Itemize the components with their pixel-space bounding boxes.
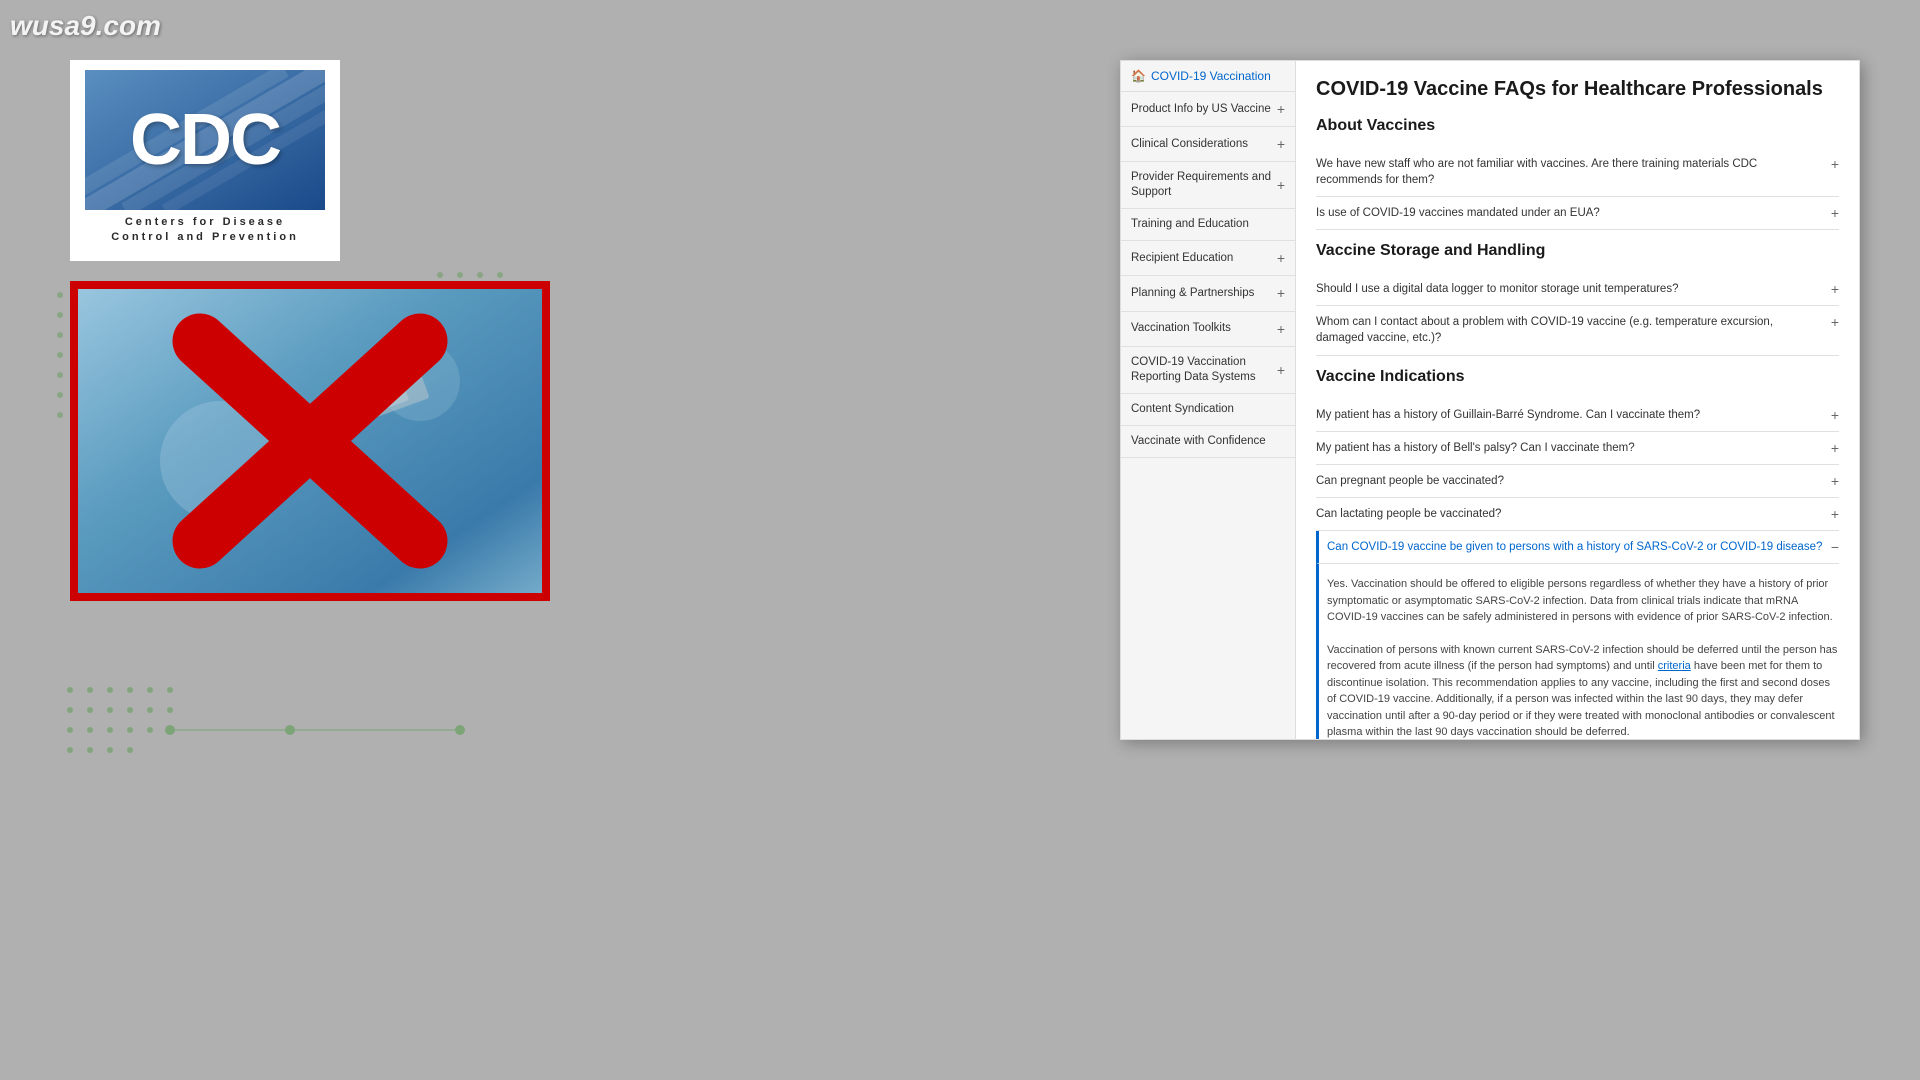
faq-toggle-0-0: + bbox=[1831, 156, 1839, 172]
cdc-logo-area: CDC Centers for Disease Control and Prev… bbox=[70, 60, 340, 261]
faq-toggle-2-1: + bbox=[1831, 440, 1839, 456]
sidebar-item-clinical[interactable]: Clinical Considerations + bbox=[1121, 127, 1295, 162]
faq-sars-history[interactable]: Can COVID-19 vaccine be given to persons… bbox=[1316, 531, 1839, 564]
expand-icon-provider: + bbox=[1277, 176, 1285, 194]
criteria-link[interactable]: criteria bbox=[1658, 660, 1691, 672]
faq-toggle-2-4: − bbox=[1831, 539, 1839, 555]
cdc-logo-box: CDC bbox=[85, 70, 325, 210]
sidebar-item-training[interactable]: Training and Education bbox=[1121, 209, 1295, 241]
expand-icon-product: + bbox=[1277, 100, 1285, 118]
home-icon: 🏠 bbox=[1131, 69, 1146, 83]
faq-toggle-1-0: + bbox=[1831, 281, 1839, 297]
sidebar-item-recipient[interactable]: Recipient Education + bbox=[1121, 241, 1295, 276]
faq-data-logger[interactable]: Should I use a digital data logger to mo… bbox=[1316, 273, 1839, 306]
faq-lactating[interactable]: Can lactating people be vaccinated? + bbox=[1316, 498, 1839, 531]
vaccine-image-container bbox=[70, 281, 550, 601]
red-x-overlay bbox=[70, 281, 550, 601]
left-panel: CDC Centers for Disease Control and Prev… bbox=[70, 60, 580, 760]
faq-answer-part1: Yes. Vaccination should be offered to el… bbox=[1327, 570, 1839, 630]
faq-toggle-0-1: + bbox=[1831, 205, 1839, 221]
sidebar-item-reporting[interactable]: COVID-19 Vaccination Reporting Data Syst… bbox=[1121, 347, 1295, 394]
cdc-full-name: Centers for Disease Control and Preventi… bbox=[111, 210, 299, 251]
vaccine-image-bg bbox=[70, 281, 550, 601]
watermark: wusa9.com bbox=[10, 10, 161, 42]
faq-sars-answer: Yes. Vaccination should be offered to el… bbox=[1316, 564, 1839, 739]
faq-pregnant[interactable]: Can pregnant people be vaccinated? + bbox=[1316, 465, 1839, 498]
section-storage: Vaccine Storage and Handling bbox=[1316, 242, 1839, 265]
sidebar-home-link[interactable]: 🏠 COVID-19 Vaccination bbox=[1121, 61, 1295, 92]
faq-toggle-2-3: + bbox=[1831, 506, 1839, 522]
expand-icon-planning: + bbox=[1277, 284, 1285, 302]
expand-icon-clinical: + bbox=[1277, 135, 1285, 153]
section-indications: Vaccine Indications bbox=[1316, 368, 1839, 391]
page-title: COVID-19 Vaccine FAQs for Healthcare Pro… bbox=[1316, 76, 1839, 102]
sidebar-item-product-info[interactable]: Product Info by US Vaccine + bbox=[1121, 92, 1295, 127]
expand-icon-toolkits: + bbox=[1277, 320, 1285, 338]
faq-toggle-1-1: + bbox=[1831, 314, 1839, 330]
cdc-webpage-panel: 🏠 COVID-19 Vaccination Product Info by U… bbox=[1120, 60, 1860, 740]
faq-contact-problem[interactable]: Whom can I contact about a problem with … bbox=[1316, 306, 1839, 355]
red-border bbox=[70, 281, 550, 601]
faq-answer-part2: Vaccination of persons with known curren… bbox=[1327, 636, 1839, 739]
sidebar-item-vaccinate[interactable]: Vaccinate with Confidence bbox=[1121, 426, 1295, 458]
faq-bells-palsy[interactable]: My patient has a history of Bell's palsy… bbox=[1316, 432, 1839, 465]
faq-training-materials[interactable]: We have new staff who are not familiar w… bbox=[1316, 148, 1839, 197]
expand-icon-reporting: + bbox=[1277, 361, 1285, 379]
sidebar-item-content[interactable]: Content Syndication bbox=[1121, 394, 1295, 426]
section-about-vaccines: About Vaccines bbox=[1316, 117, 1839, 140]
sidebar-item-provider[interactable]: Provider Requirements and Support + bbox=[1121, 162, 1295, 209]
faq-eua-mandate[interactable]: Is use of COVID-19 vaccines mandated und… bbox=[1316, 197, 1839, 230]
sidebar-nav: 🏠 COVID-19 Vaccination Product Info by U… bbox=[1121, 61, 1296, 739]
sidebar-item-planning[interactable]: Planning & Partnerships + bbox=[1121, 276, 1295, 311]
faq-toggle-2-2: + bbox=[1831, 473, 1839, 489]
cdc-letters-text: CDC bbox=[130, 99, 280, 181]
expand-icon-recipient: + bbox=[1277, 249, 1285, 267]
main-content-area: COVID-19 Vaccine FAQs for Healthcare Pro… bbox=[1296, 61, 1859, 739]
sidebar-item-toolkits[interactable]: Vaccination Toolkits + bbox=[1121, 312, 1295, 347]
faq-toggle-2-0: + bbox=[1831, 407, 1839, 423]
faq-guillain-barre[interactable]: My patient has a history of Guillain-Bar… bbox=[1316, 399, 1839, 432]
